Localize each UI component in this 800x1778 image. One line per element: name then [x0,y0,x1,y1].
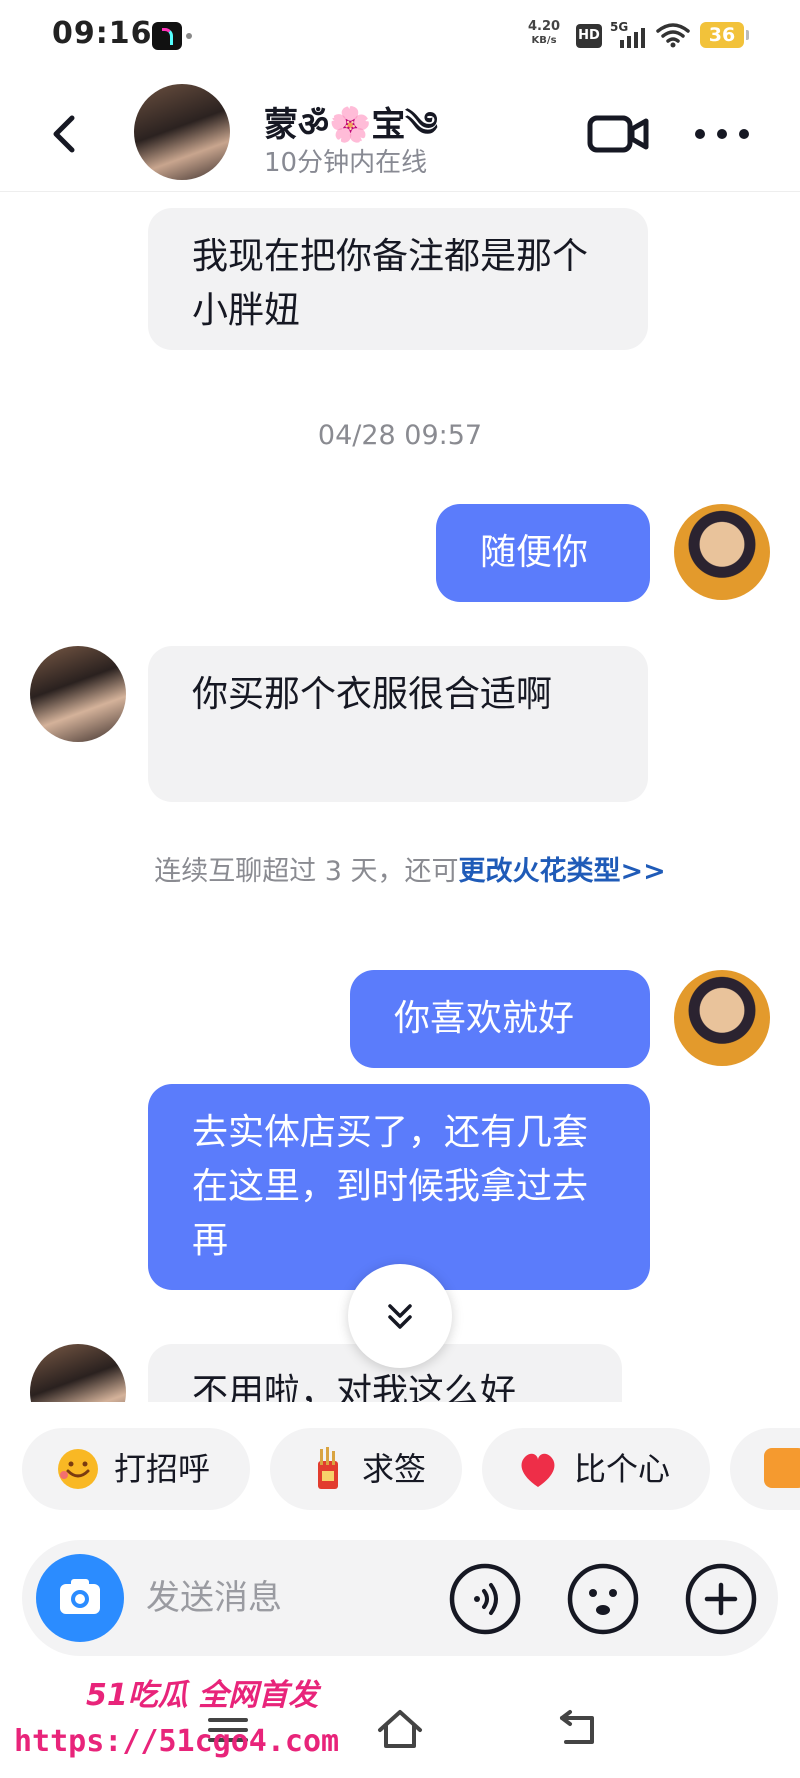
message-bubble-outgoing[interactable]: 随便你 [436,504,650,602]
message-text: 不用啦，对我这么好 [192,1372,517,1402]
system-nav-bar: 51吃瓜 全网首发 https://51cgo4.com [0,1670,800,1778]
quick-reply-fortune[interactable]: 求签 [270,1428,462,1510]
scroll-to-bottom-button[interactable] [348,1264,452,1368]
quick-reply-label: 求签 [362,1450,427,1488]
message-timestamp: 04/28 09:57 [317,420,483,451]
message-bubble-outgoing[interactable]: 你喜欢就好 [350,970,650,1068]
status-bar: 09:16 4.20 KB/s HD 5G 36 [0,0,800,72]
quick-reply-heart[interactable]: 比个心 [482,1428,710,1510]
photo-emoji-icon [764,1448,800,1488]
home-icon[interactable] [374,1706,426,1752]
message-text: 你买那个衣服很合适啊 [192,674,553,715]
heart-icon [521,1453,555,1487]
back-arrow-icon[interactable] [40,104,90,164]
message-text: 我现在把你备注都是那个小胖妞 [192,236,589,331]
smile-emoji-icon [58,1449,98,1489]
plus-icon[interactable] [684,1562,758,1636]
network-speed: 4.20 KB/s [528,20,560,48]
message-text: 随便你 [480,532,589,573]
quick-reply-greet[interactable]: 打招呼 [22,1428,250,1510]
signal-icon [620,28,645,48]
message-text: 你喜欢就好 [394,998,575,1039]
notification-dot-icon [186,33,192,39]
peer-avatar[interactable] [134,84,230,180]
status-time: 09:16 [52,16,153,51]
message-input[interactable] [146,1572,446,1624]
quick-reply-more[interactable] [730,1428,800,1510]
more-options-icon[interactable] [690,112,754,156]
back-nav-icon[interactable] [552,1708,602,1752]
my-avatar[interactable] [674,970,770,1066]
spark-notice: 连续互聊超过 3 天，还可更改火花类型>> [140,852,680,892]
message-input-bar [22,1540,778,1656]
peer-avatar-small[interactable] [30,1344,126,1402]
message-bubble-outgoing[interactable]: 去实体店买了，还有几套在这里，到时候我拿过去再 [148,1084,650,1290]
change-spark-link[interactable]: 更改火花类型>> [459,856,666,887]
message-list[interactable]: 我现在把你备注都是那个小胖妞 04/28 09:57 随便你 你买那个衣服很合适… [0,192,800,1402]
network-speed-unit: KB/s [531,35,557,46]
quick-reply-bar: 打招呼 求签 比个心 [0,1404,800,1510]
network-speed-value: 4.20 [528,19,561,34]
notice-text: 连续互聊超过 3 天，还可 [154,856,459,887]
message-text: 去实体店买了，还有几套在这里，到时候我拿过去再 [192,1112,589,1261]
emoji-icon[interactable] [566,1562,640,1636]
camera-icon [60,1579,100,1614]
online-status: 10分钟内在线 [264,148,428,178]
wifi-icon [656,23,690,48]
quick-reply-label: 比个心 [574,1450,671,1488]
chat-header: 蒙ॐ🌸宝༄ 10分钟内在线 [0,72,800,192]
quick-reply-label: 打招呼 [114,1450,211,1488]
tiktok-notification-icon [152,22,182,50]
video-call-icon[interactable] [586,112,650,156]
my-avatar[interactable] [674,504,770,600]
watermark-title: 51吃瓜 全网首发 [86,1678,319,1713]
voice-message-icon[interactable] [448,1562,522,1636]
peer-avatar-small[interactable] [30,646,126,742]
message-bubble-incoming[interactable]: 你买那个衣服很合适啊 [148,646,648,802]
camera-button[interactable] [36,1554,124,1642]
hd-badge: HD [576,24,602,48]
message-bubble-incoming[interactable]: 我现在把你备注都是那个小胖妞 [148,208,648,350]
battery-indicator: 36 [700,22,749,48]
watermark-url: https://51cgo4.com [14,1724,340,1759]
double-chevron-down-icon [388,1304,412,1329]
fortune-stick-icon [318,1447,338,1489]
